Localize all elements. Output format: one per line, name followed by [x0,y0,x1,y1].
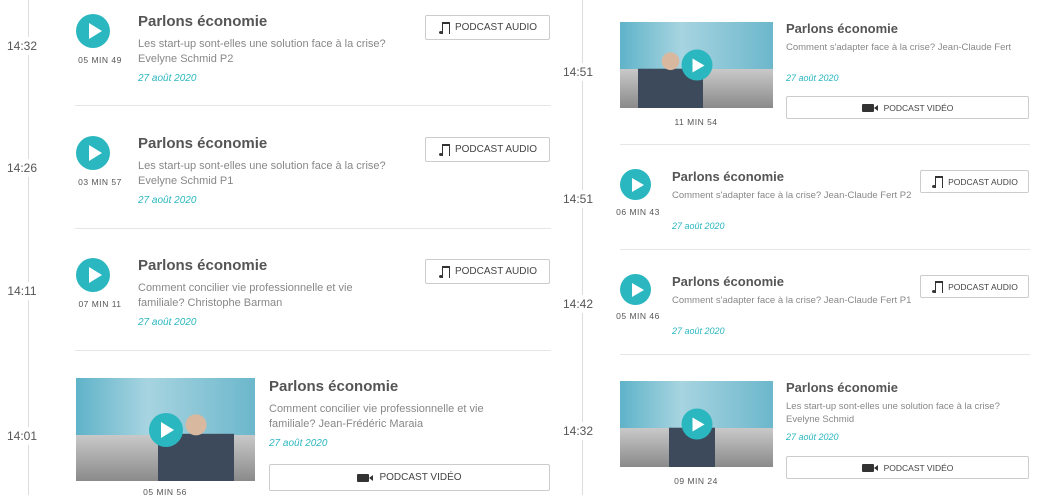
play-button[interactable] [620,169,651,200]
divider [75,105,551,106]
button-label: PODCAST AUDIO [948,281,1018,292]
play-button[interactable] [76,14,110,48]
divider [620,144,1030,145]
button-label: PODCAST VIDÉO [883,462,954,473]
episode-duration: 06 MIN 43 [616,207,660,217]
divider [75,228,551,229]
episode-time: 14:32 [556,422,600,440]
episode-time: 14:26 [0,159,44,177]
timeline-line [28,0,29,495]
episode-title[interactable]: Parlons économie [138,13,267,30]
music-note-icon [438,265,450,278]
podcast-audio-button[interactable]: PODCAST AUDIO [425,137,550,162]
play-button[interactable] [76,258,110,292]
play-button[interactable] [681,408,712,440]
divider [75,350,551,351]
episode-duration: 05 MIN 46 [616,311,660,321]
episode-description: Comment s'adapter face à la crise? Jean-… [672,295,912,306]
play-button[interactable] [148,412,183,447]
video-camera-icon [357,473,374,482]
button-label: PODCAST AUDIO [948,176,1018,187]
episode-date: 27 août 2020 [786,432,839,442]
episode-title[interactable]: Parlons économie [138,257,267,274]
play-button[interactable] [620,274,651,305]
episode-date: 27 août 2020 [269,438,328,449]
episode-duration: 11 MIN 54 [674,117,718,127]
timeline-column-left: 14:32 05 MIN 49 Parlons économie Les sta… [0,0,560,497]
podcast-audio-button[interactable]: PODCAST AUDIO [920,170,1029,193]
video-thumbnail[interactable] [620,22,773,108]
episode-description: Les start-up sont-elles une solution fac… [786,401,1000,425]
episode-description: Comment concilier vie professionnelle et… [269,403,484,430]
episode-title[interactable]: Parlons économie [269,378,398,395]
play-button[interactable] [76,136,110,170]
podcast-video-button[interactable]: PODCAST VIDÉO [269,464,550,491]
episode-time: 14:32 [0,37,44,55]
video-camera-icon [861,463,878,472]
episode-duration: 09 MIN 24 [674,476,718,486]
episode-date: 27 août 2020 [138,73,197,84]
button-label: PODCAST AUDIO [454,266,538,277]
podcast-audio-button[interactable]: PODCAST AUDIO [425,259,550,284]
episode-time: 14:01 [0,427,44,445]
episode-title[interactable]: Parlons économie [672,274,784,289]
episode-title[interactable]: Parlons économie [786,21,898,36]
episode-time: 14:51 [556,63,600,81]
episode-duration: 05 MIN 56 [143,487,187,497]
timeline-column-right: 14:51 11 MIN 54 Parlons économie Comment… [556,0,1038,495]
video-camera-icon [861,103,878,112]
episode-description: Les start-up sont-elles une solution fac… [138,38,386,65]
music-note-icon [438,143,450,156]
episode-description: Comment concilier vie professionnelle et… [138,282,353,309]
button-label: PODCAST AUDIO [454,144,538,155]
podcast-video-button[interactable]: PODCAST VIDÉO [786,456,1029,479]
episode-duration: 07 MIN 11 [78,299,122,309]
episode-title[interactable]: Parlons économie [786,380,898,395]
podcast-video-button[interactable]: PODCAST VIDÉO [786,96,1029,119]
video-thumbnail[interactable] [620,381,773,467]
episode-date: 27 août 2020 [672,326,725,336]
episode-duration: 05 MIN 49 [78,55,122,65]
episode-date: 27 août 2020 [138,317,197,328]
music-note-icon [438,21,450,34]
episode-date: 27 août 2020 [672,221,725,231]
episode-time: 14:51 [556,190,600,208]
episode-description: Comment s'adapter face à la crise? Jean-… [672,190,912,201]
episode-time: 14:42 [556,295,600,313]
episode-description: Comment s'adapter face à la crise? Jean-… [786,42,1012,53]
episode-duration: 03 MIN 57 [78,177,122,187]
button-label: PODCAST VIDÉO [379,472,462,483]
divider [620,354,1030,355]
music-note-icon [931,280,944,293]
episode-title[interactable]: Parlons économie [672,169,784,184]
button-label: PODCAST VIDÉO [883,102,954,113]
episode-date: 27 août 2020 [786,73,839,83]
episode-date: 27 août 2020 [138,195,197,206]
divider [620,249,1030,250]
episode-description: Les start-up sont-elles une solution fac… [138,160,386,187]
podcast-audio-button[interactable]: PODCAST AUDIO [425,15,550,40]
podcast-audio-button[interactable]: PODCAST AUDIO [920,275,1029,298]
button-label: PODCAST AUDIO [454,22,538,33]
music-note-icon [931,175,944,188]
video-thumbnail[interactable] [76,378,255,481]
episode-title[interactable]: Parlons économie [138,135,267,152]
play-button[interactable] [681,49,712,81]
episode-time: 14:11 [0,282,44,300]
